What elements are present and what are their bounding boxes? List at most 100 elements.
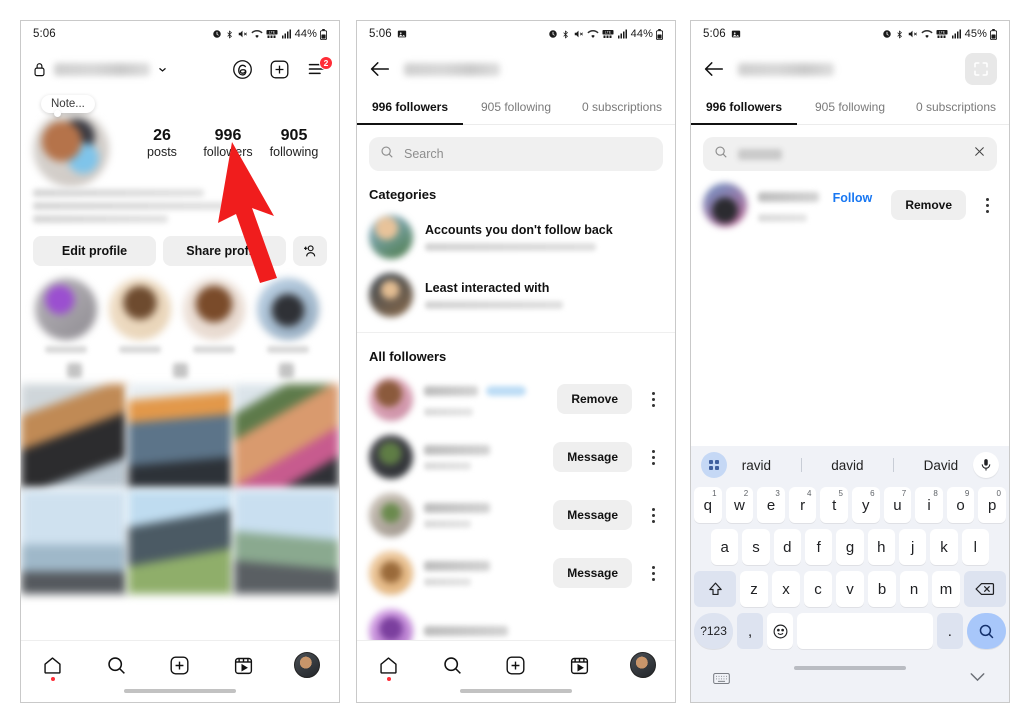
key-a[interactable]: a — [711, 529, 739, 565]
grid-photo[interactable] — [234, 384, 339, 488]
comma-key[interactable]: , — [737, 613, 764, 649]
tab-following[interactable]: 905 following — [463, 91, 569, 124]
nav-home-icon[interactable] — [369, 648, 409, 682]
more-vertical-icon[interactable] — [643, 565, 663, 581]
keyboard-grid-icon[interactable] — [701, 452, 727, 478]
key-j[interactable]: j — [898, 529, 927, 565]
follower-row[interactable]: Message — [357, 428, 675, 486]
grid-photo[interactable] — [127, 384, 233, 488]
share-profile-button[interactable]: Share profile — [163, 236, 286, 266]
remove-button[interactable]: Remove — [557, 384, 632, 414]
add-person-button[interactable] — [293, 236, 327, 266]
follow-link[interactable]: Follow — [833, 191, 873, 205]
key-x[interactable]: x — [772, 571, 800, 607]
back-arrow-icon[interactable] — [703, 60, 724, 78]
numbers-key[interactable]: ?123 — [693, 613, 734, 649]
follower-avatar[interactable] — [369, 435, 413, 479]
tab-followers[interactable]: 996 followers — [691, 91, 797, 125]
key-r[interactable]: 4r — [788, 487, 817, 523]
suggestion-word[interactable]: David — [924, 458, 959, 473]
nav-create-icon[interactable] — [496, 648, 536, 682]
key-u[interactable]: 7u — [883, 487, 912, 523]
space-key[interactable] — [797, 613, 933, 649]
emoji-icon[interactable] — [767, 613, 794, 649]
message-button[interactable]: Message — [553, 442, 632, 472]
highlight-item[interactable] — [183, 278, 245, 353]
message-button[interactable]: Message — [553, 500, 632, 530]
key-f[interactable]: f — [805, 529, 833, 565]
category-row-no-follow-back[interactable]: Accounts you don't follow back — [357, 208, 675, 266]
chevron-down-icon[interactable] — [158, 65, 167, 74]
grid-photo[interactable] — [21, 490, 126, 594]
tab-reels-icon[interactable] — [172, 363, 188, 378]
key-i[interactable]: 8i — [915, 487, 943, 523]
backspace-icon[interactable] — [964, 571, 1006, 607]
remove-button[interactable]: Remove — [891, 190, 966, 220]
more-vertical-icon[interactable] — [643, 449, 663, 465]
follower-row[interactable]: Remove — [357, 370, 675, 428]
hamburger-icon[interactable]: 2 — [306, 56, 333, 77]
back-arrow-icon[interactable] — [369, 60, 390, 78]
stat-following[interactable]: 905 following — [263, 127, 325, 159]
key-g[interactable]: g — [836, 529, 864, 565]
follower-row[interactable]: Message — [357, 486, 675, 544]
key-q[interactable]: 1q — [694, 487, 722, 523]
stat-posts[interactable]: 26 posts — [131, 127, 193, 159]
key-b[interactable]: b — [868, 571, 896, 607]
key-t[interactable]: 5t — [820, 487, 848, 523]
key-l[interactable]: l — [961, 529, 989, 565]
search-result-row[interactable]: Follow Remove — [691, 171, 1009, 234]
highlight-item[interactable] — [35, 278, 97, 353]
close-icon[interactable] — [973, 145, 986, 163]
nav-search-icon[interactable] — [96, 648, 136, 682]
nav-profile-avatar[interactable] — [623, 648, 663, 682]
more-vertical-icon[interactable] — [643, 507, 663, 523]
key-e[interactable]: 3e — [757, 487, 785, 523]
category-row-least-interacted[interactable]: Least interacted with — [357, 266, 675, 324]
tab-tagged-icon[interactable] — [278, 363, 294, 378]
keyboard-switch-icon[interactable] — [713, 672, 730, 690]
grid-photo[interactable] — [127, 490, 233, 594]
stat-followers[interactable]: 996 followers — [197, 127, 259, 159]
highlight-item[interactable] — [109, 278, 171, 353]
tab-subscriptions[interactable]: 0 subscriptions — [903, 91, 1009, 124]
search-key-icon[interactable] — [966, 613, 1007, 649]
key-d[interactable]: d — [773, 529, 801, 565]
nav-search-icon[interactable] — [432, 648, 472, 682]
message-button[interactable]: Message — [553, 558, 632, 588]
period-key[interactable]: . — [936, 613, 963, 649]
follower-avatar[interactable] — [369, 493, 413, 537]
key-s[interactable]: s — [742, 529, 770, 565]
search-bar[interactable] — [703, 137, 997, 171]
key-y[interactable]: 6y — [852, 487, 880, 523]
tab-subscriptions[interactable]: 0 subscriptions — [569, 91, 675, 124]
key-v[interactable]: v — [836, 571, 864, 607]
chevron-down-icon[interactable] — [968, 670, 987, 689]
follower-row[interactable]: Message — [357, 544, 675, 602]
note-bubble[interactable]: Note... — [41, 95, 95, 117]
nav-create-icon[interactable] — [160, 648, 200, 682]
tab-grid-icon[interactable] — [66, 363, 82, 378]
plus-square-icon[interactable] — [269, 59, 290, 80]
key-h[interactable]: h — [867, 529, 895, 565]
edit-profile-button[interactable]: Edit profile — [33, 236, 156, 266]
grid-photo[interactable] — [21, 384, 126, 488]
key-n[interactable]: n — [900, 571, 928, 607]
tab-following[interactable]: 905 following — [797, 91, 903, 124]
threads-icon[interactable] — [232, 59, 253, 80]
fullscreen-icon[interactable] — [965, 53, 997, 85]
avatar[interactable] — [33, 111, 109, 187]
key-m[interactable]: m — [932, 571, 960, 607]
nav-home-icon[interactable] — [33, 648, 73, 682]
search-input-value-blurred[interactable] — [738, 148, 782, 160]
key-c[interactable]: c — [804, 571, 832, 607]
nav-reels-icon[interactable] — [224, 648, 264, 682]
key-p[interactable]: 0p — [978, 487, 1006, 523]
grid-photo[interactable] — [234, 490, 339, 594]
shift-icon[interactable] — [694, 571, 736, 607]
nav-profile-avatar[interactable] — [287, 648, 327, 682]
follower-avatar[interactable] — [369, 551, 413, 595]
more-vertical-icon[interactable] — [643, 391, 663, 407]
suggestion-word[interactable]: david — [831, 458, 863, 473]
nav-reels-icon[interactable] — [560, 648, 600, 682]
